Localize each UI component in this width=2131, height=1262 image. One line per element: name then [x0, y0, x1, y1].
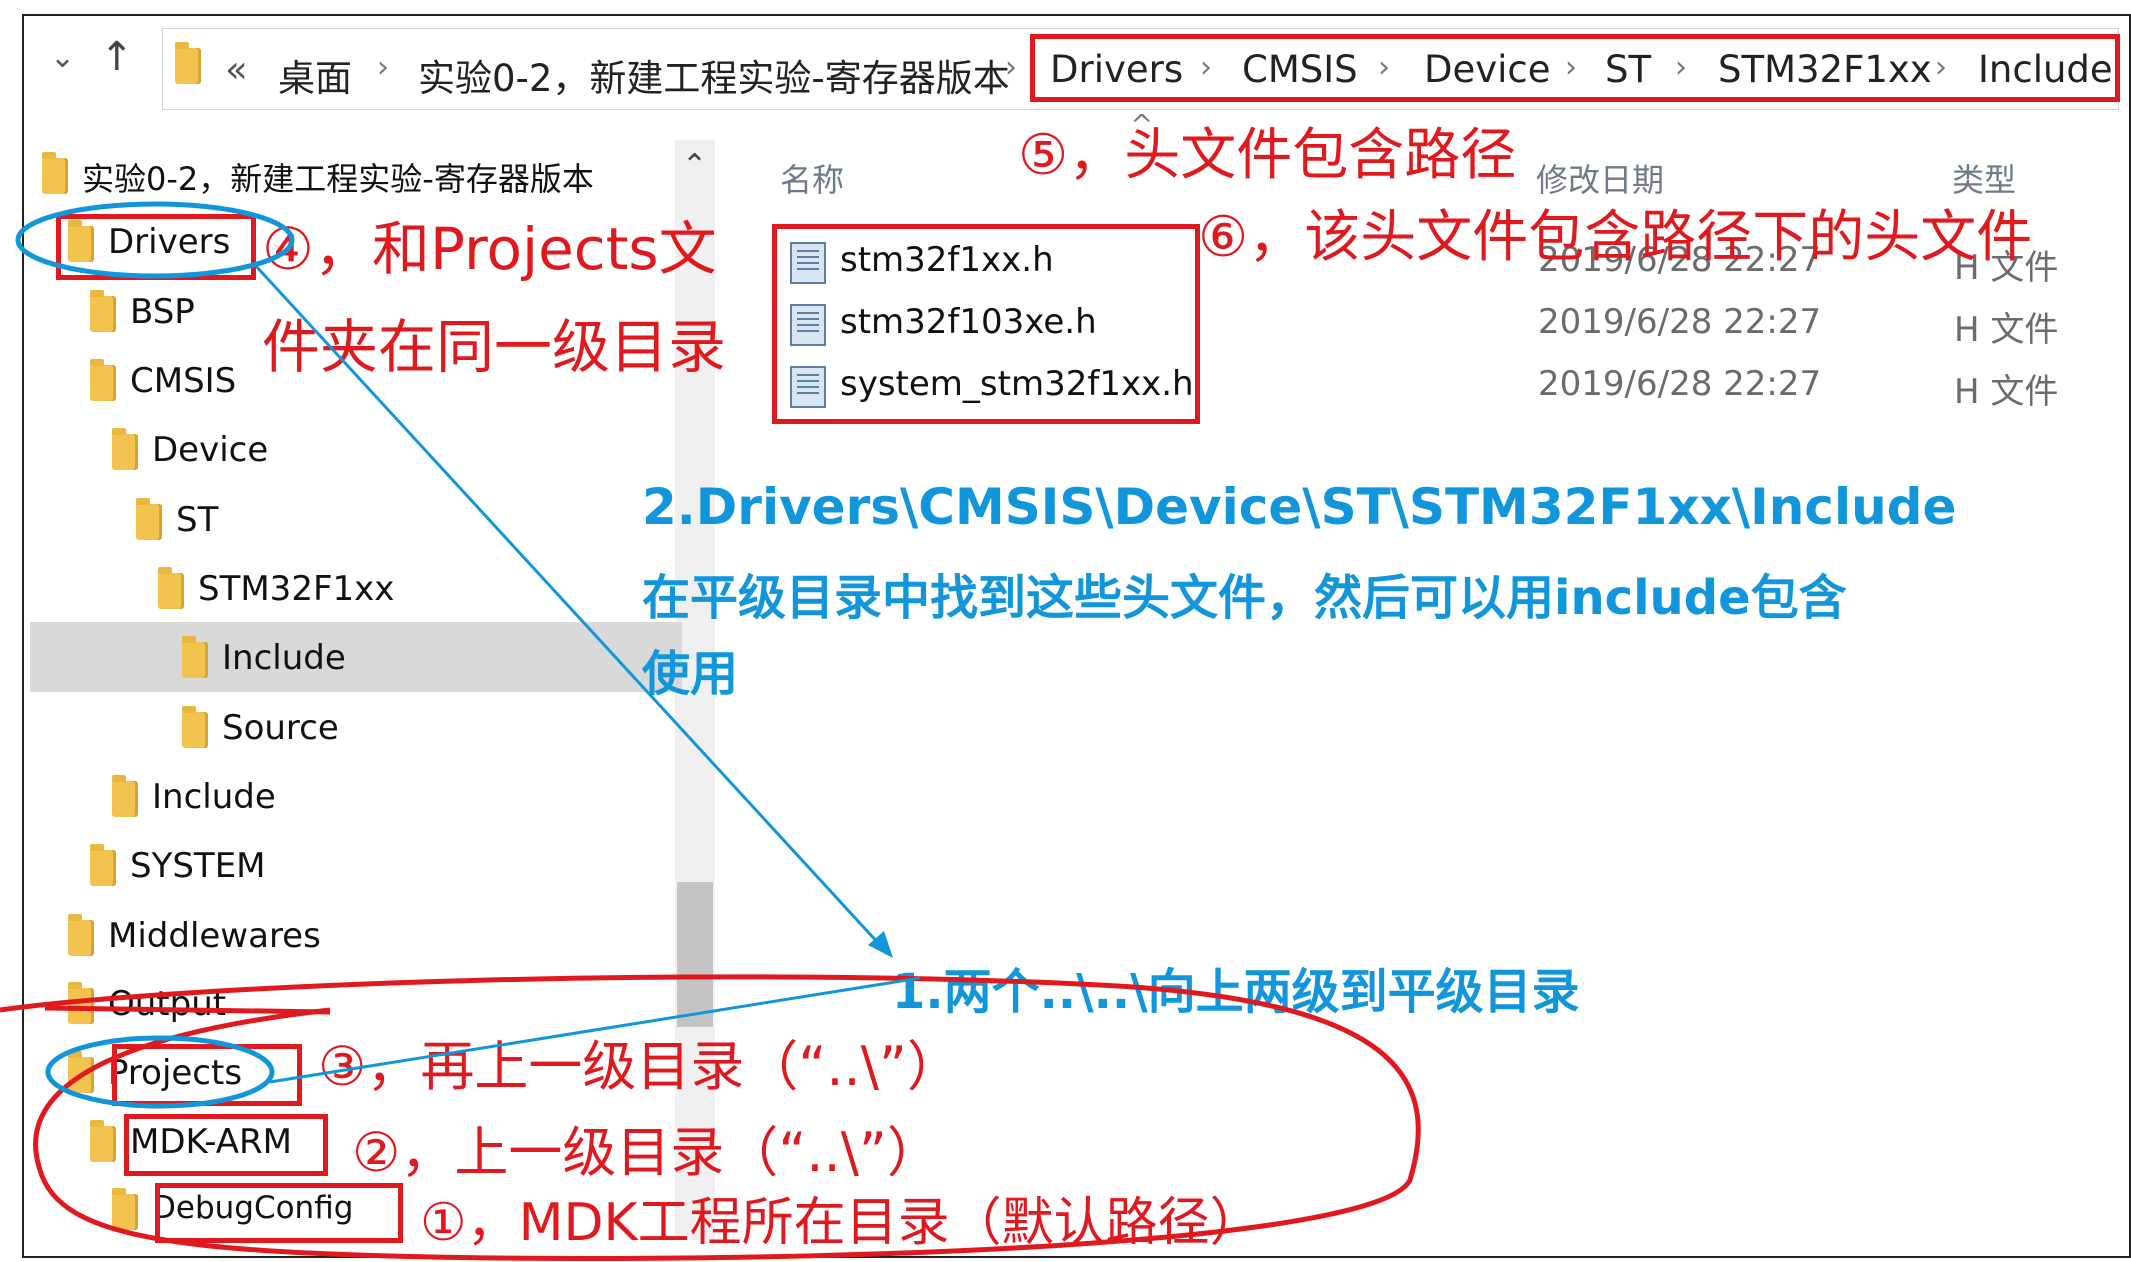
folder-icon — [90, 844, 116, 886]
folder-icon — [175, 42, 201, 84]
tree-item-label: CMSIS — [130, 361, 237, 401]
folder-icon — [182, 706, 208, 748]
folder-icon — [90, 1120, 116, 1162]
file-type: H 文件 — [1954, 372, 2059, 412]
annotation-4-line1: ④，和Projects文 — [262, 215, 717, 283]
breadcrumb-project[interactable]: 实验0-2，新建工程实验-寄存器版本 — [418, 48, 1010, 102]
folder-icon — [68, 1051, 94, 1093]
debugconfig-highlight-box — [155, 1183, 403, 1243]
folder-icon — [90, 290, 116, 332]
folder-icon — [136, 498, 162, 540]
blue-note-2-line3: 使用 — [642, 646, 739, 702]
annotation-1: ①，MDK工程所在目录（默认路径） — [420, 1193, 1262, 1253]
folder-icon — [112, 428, 138, 470]
annotation-3: ③，再上一级目录（“..\”） — [318, 1035, 961, 1098]
tree-item-label: 实验0-2，新建工程实验-寄存器版本 — [82, 160, 594, 198]
chevron-up-icon[interactable]: ⌃ — [682, 148, 707, 183]
folder-icon — [112, 775, 138, 817]
breadcrumb-desktop[interactable]: 桌面 — [278, 48, 352, 102]
files-highlight-box — [772, 224, 1200, 424]
folder-icon — [68, 914, 94, 956]
column-header-name[interactable]: 名称 — [780, 155, 844, 201]
folder-icon — [42, 152, 68, 194]
drivers-highlight-box — [56, 214, 256, 280]
file-date: 2019/6/28 22:27 — [1538, 364, 1822, 404]
tree-item-label: SYSTEM — [130, 846, 266, 886]
tree-item-label: Include — [222, 638, 346, 678]
blue-note-1: 1.两个..\..\向上两级到平级目录 — [892, 964, 1580, 1020]
tree-scrollbar-thumb[interactable] — [677, 882, 713, 1027]
tree-item-label: Include — [152, 777, 276, 817]
file-date: 2019/6/28 22:27 — [1538, 302, 1822, 342]
blue-note-2-line2: 在平级目录中找到这些头文件，然后可以用include包含 — [642, 570, 1847, 626]
folder-icon — [158, 567, 184, 609]
chevron-right-icon: › — [1005, 50, 1017, 85]
annotation-5: ⑤，头文件包含路径 — [1018, 123, 1517, 188]
annotation-6: ⑥，该头文件包含路径下的头文件 — [1198, 205, 2033, 270]
tree-item-label: Middlewares — [108, 916, 321, 956]
folder-icon — [182, 636, 208, 678]
tree-selected-row — [30, 622, 682, 692]
file-type: H 文件 — [1954, 310, 2059, 350]
tree-item-label: Device — [152, 430, 269, 470]
folder-icon — [68, 982, 94, 1024]
blue-note-2-line1: 2.Drivers\CMSIS\Device\ST\STM32F1xx\Incl… — [642, 478, 1957, 536]
chevron-right-icon: › — [377, 50, 389, 85]
annotation-2: ②，上一级目录（“..\”） — [352, 1121, 941, 1184]
breadcrumb-overflow[interactable]: « — [225, 48, 248, 91]
up-arrow-icon[interactable]: ↑ — [100, 34, 134, 80]
folder-icon — [90, 359, 116, 401]
folder-icon — [112, 1188, 138, 1230]
tree-item-label: BSP — [130, 292, 195, 332]
projects-highlight-box — [112, 1044, 302, 1106]
tree-item-label: STM32F1xx — [198, 569, 395, 609]
tree-item-label: ST — [176, 500, 219, 540]
tree-item-label: Output — [108, 984, 227, 1024]
annotation-4-line2: 件夹在同一级目录 — [262, 313, 727, 381]
chevron-down-icon[interactable]: ⌄ — [50, 40, 75, 75]
tree-item-label: Source — [222, 708, 339, 748]
path-highlight-box — [1030, 34, 2120, 102]
mdk-arm-highlight-box — [124, 1114, 328, 1176]
